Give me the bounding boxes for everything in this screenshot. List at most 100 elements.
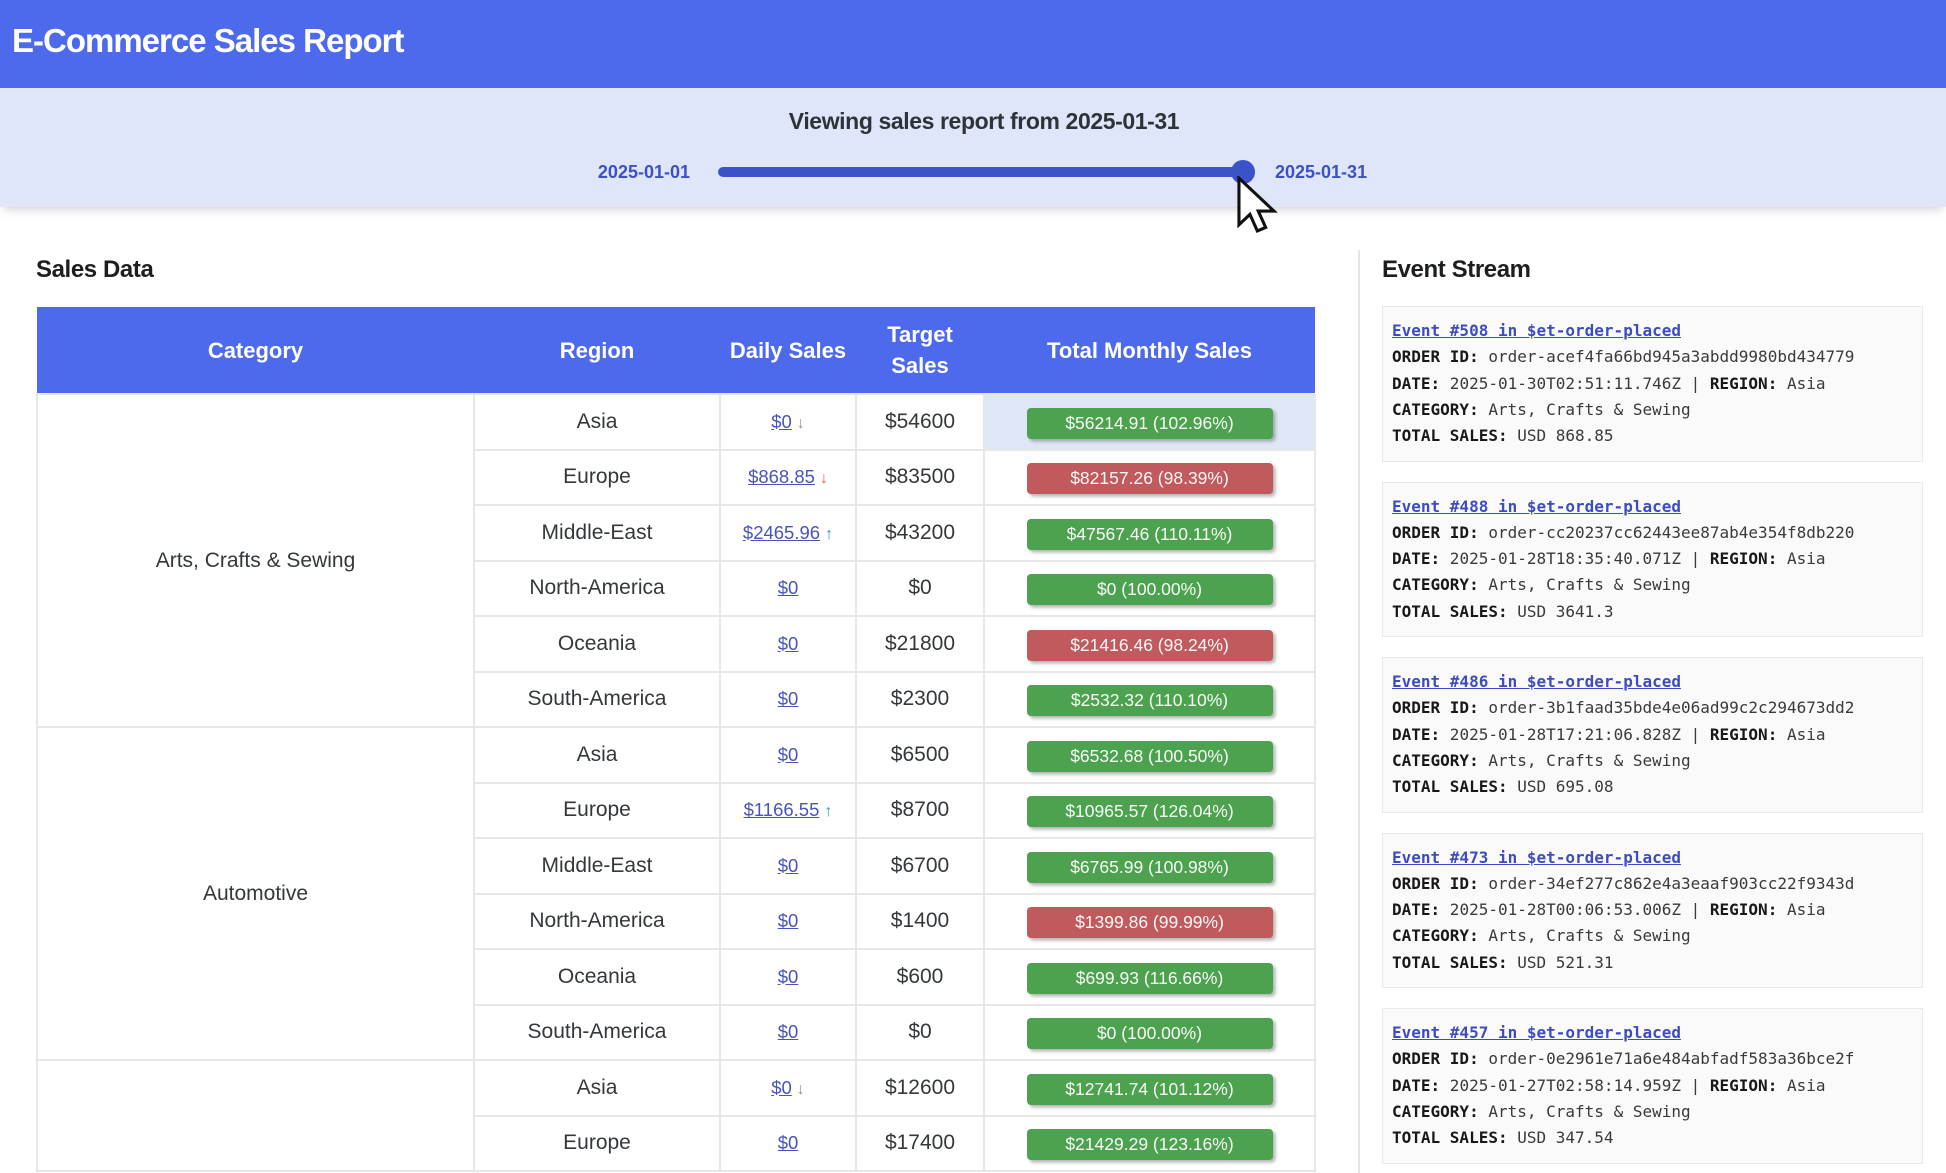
order-id-label: ORDER ID: (1392, 347, 1479, 366)
col-header-target-sales: Target Sales (856, 307, 984, 394)
daily-sales-link[interactable]: $0 (778, 633, 799, 654)
separator: | (1691, 900, 1710, 919)
daily-sales-link[interactable]: $0 (778, 966, 799, 987)
total-monthly-sales-cell: $82157.26 (98.39%) (984, 450, 1315, 506)
order-id-label: ORDER ID: (1392, 1049, 1479, 1068)
daily-sales-link[interactable]: $0 (778, 1021, 799, 1042)
event-detail-line: CATEGORY: Arts, Crafts & Sewing (1392, 923, 1922, 949)
region-label: REGION: (1710, 549, 1777, 568)
daily-sales-cell: $0 (720, 1116, 856, 1172)
category-cell (37, 1060, 474, 1171)
total-sales-value: USD 347.54 (1508, 1128, 1614, 1147)
region-cell: North-America (474, 561, 720, 617)
daily-sales-link[interactable]: $1166.55 (744, 799, 820, 820)
daily-sales-link[interactable]: $0 (771, 411, 792, 432)
monthly-sales-badge-red: $21416.46 (98.24%) (1027, 630, 1273, 661)
sales-data-heading: Sales Data (36, 256, 1314, 284)
table-header-row: Category Region Daily Sales Target Sales… (37, 307, 1315, 394)
event-stream-panel: Event Stream Event #508 in $et-order-pla… (1358, 207, 1946, 1173)
daily-sales-cell: $0↓ (720, 394, 856, 450)
daily-sales-link[interactable]: $0 (778, 577, 799, 598)
monthly-sales-badge-green: $0 (100.00%) (1027, 1018, 1273, 1049)
table-row: Asia$0↓$12600$12741.74 (101.12%) (37, 1060, 1315, 1116)
date-value: 2025-01-28T17:21:06.828Z (1440, 725, 1690, 744)
total-sales-label: TOTAL SALES: (1392, 602, 1508, 621)
event-detail-line: ORDER ID: order-34ef277c862e4a3eaaf903cc… (1392, 871, 1922, 897)
target-sales-cell: $1400 (856, 894, 984, 950)
total-sales-label: TOTAL SALES: (1392, 426, 1508, 445)
event-detail-line: TOTAL SALES: USD 868.85 (1392, 423, 1922, 449)
total-sales-label: TOTAL SALES: (1392, 777, 1508, 796)
category-value: Arts, Crafts & Sewing (1479, 400, 1691, 419)
monthly-sales-badge-green: $47567.46 (110.11%) (1027, 519, 1273, 550)
event-detail-line: TOTAL SALES: USD 695.08 (1392, 774, 1922, 800)
target-sales-cell: $2300 (856, 672, 984, 728)
mouse-cursor-icon (1236, 176, 1279, 234)
col-header-daily-sales: Daily Sales (720, 307, 856, 394)
region-label: REGION: (1710, 725, 1777, 744)
event-title-link[interactable]: Event #486 in $et-order-placed (1392, 672, 1681, 691)
category-value: Arts, Crafts & Sewing (1479, 1102, 1691, 1121)
event-card: Event #473 in $et-order-placed ORDER ID: … (1382, 833, 1923, 989)
daily-sales-cell: $0 (720, 727, 856, 783)
daily-sales-link[interactable]: $0 (778, 1132, 799, 1153)
monthly-sales-badge-red: $1399.86 (99.99%) (1027, 907, 1273, 938)
total-monthly-sales-cell: $47567.46 (110.11%) (984, 505, 1315, 561)
event-detail-line: CATEGORY: Arts, Crafts & Sewing (1392, 748, 1922, 774)
event-detail-line: ORDER ID: order-acef4fa66bd945a3abdd9980… (1392, 344, 1922, 370)
category-label: CATEGORY: (1392, 575, 1479, 594)
event-detail-line: DATE: 2025-01-28T17:21:06.828Z | REGION:… (1392, 722, 1922, 748)
monthly-sales-badge-green: $56214.91 (102.96%) (1027, 408, 1273, 439)
order-id-label: ORDER ID: (1392, 874, 1479, 893)
daily-sales-link[interactable]: $0 (778, 688, 799, 709)
date-slider-track[interactable] (718, 167, 1255, 177)
daily-sales-cell: $0 (720, 1005, 856, 1061)
daily-sales-cell: $868.85↓ (720, 450, 856, 506)
region-value: Asia (1777, 725, 1825, 744)
daily-sales-link[interactable]: $2465.96 (743, 522, 820, 543)
event-title-link[interactable]: Event #473 in $et-order-placed (1392, 848, 1681, 867)
trend-down-icon: ↓ (797, 1081, 805, 1099)
daily-sales-link[interactable]: $0 (778, 855, 799, 876)
total-sales-value: USD 868.85 (1508, 426, 1614, 445)
date-value: 2025-01-28T00:06:53.006Z (1440, 900, 1690, 919)
daily-sales-link[interactable]: $0 (778, 744, 799, 765)
category-label: CATEGORY: (1392, 751, 1479, 770)
event-title-link[interactable]: Event #508 in $et-order-placed (1392, 321, 1681, 340)
table-row: AutomotiveAsia$0$6500$6532.68 (100.50%) (37, 727, 1315, 783)
main-content: Sales Data Category Region Daily Sales T… (0, 207, 1946, 1173)
total-monthly-sales-cell: $21429.29 (123.16%) (984, 1116, 1315, 1172)
event-title-link[interactable]: Event #457 in $et-order-placed (1392, 1023, 1681, 1042)
col-header-region: Region (474, 307, 720, 394)
order-id-label: ORDER ID: (1392, 698, 1479, 717)
date-label: DATE: (1392, 725, 1440, 744)
daily-sales-link[interactable]: $0 (778, 910, 799, 931)
date-slider-section: Viewing sales report from 2025-01-31 202… (0, 88, 1946, 207)
event-title-link[interactable]: Event #488 in $et-order-placed (1392, 497, 1681, 516)
daily-sales-cell: $0 (720, 561, 856, 617)
total-monthly-sales-cell: $6765.99 (100.98%) (984, 838, 1315, 894)
category-cell: Automotive (37, 727, 474, 1060)
monthly-sales-badge-green: $10965.57 (126.04%) (1027, 796, 1273, 827)
separator: | (1691, 725, 1710, 744)
order-id-value: order-34ef277c862e4a3eaaf903cc22f9343d (1479, 874, 1855, 893)
total-sales-label: TOTAL SALES: (1392, 953, 1508, 972)
order-id-value: order-0e2961e71a6e484abfadf583a36bce2f (1479, 1049, 1855, 1068)
monthly-sales-badge-green: $21429.29 (123.16%) (1027, 1129, 1273, 1160)
total-monthly-sales-cell: $0 (100.00%) (984, 561, 1315, 617)
daily-sales-cell: $0 (720, 672, 856, 728)
sales-table: Category Region Daily Sales Target Sales… (36, 307, 1316, 1172)
region-cell: North-America (474, 894, 720, 950)
target-sales-cell: $6500 (856, 727, 984, 783)
monthly-sales-badge-green: $699.93 (116.66%) (1027, 963, 1273, 994)
region-cell: Asia (474, 1060, 720, 1116)
event-detail-line: CATEGORY: Arts, Crafts & Sewing (1392, 572, 1922, 598)
event-card: Event #457 in $et-order-placedORDER ID: … (1382, 1008, 1923, 1164)
region-label: REGION: (1710, 1076, 1777, 1095)
daily-sales-link[interactable]: $868.85 (748, 466, 815, 487)
event-detail-line: TOTAL SALES: USD 521.31 (1392, 950, 1922, 976)
date-label: DATE: (1392, 374, 1440, 393)
date-value: 2025-01-28T18:35:40.071Z (1440, 549, 1690, 568)
daily-sales-link[interactable]: $0 (771, 1077, 792, 1098)
monthly-sales-badge-green: $2532.32 (110.10%) (1027, 685, 1273, 716)
